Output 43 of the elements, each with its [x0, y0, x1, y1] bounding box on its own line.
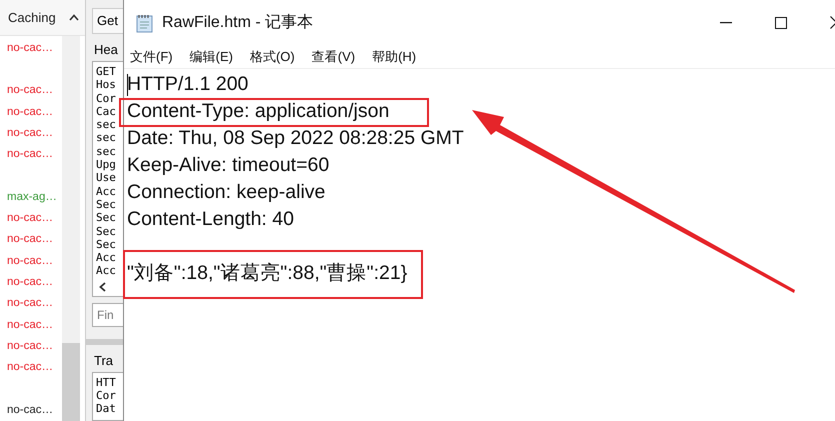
window-title: RawFile.htm - 记事本	[162, 12, 314, 33]
caching-cell-text: no-cac…	[6, 126, 54, 141]
caching-cell-text: no-cac…	[6, 232, 54, 248]
notepad-icon	[136, 12, 154, 32]
menu-item[interactable]: 格式(O)	[250, 48, 295, 66]
column-title: Caching	[8, 10, 56, 25]
caching-cell-text: no-cac…	[6, 338, 54, 354]
caching-cell-text: no-cac…	[6, 254, 54, 269]
minimize-icon[interactable]	[720, 22, 732, 24]
text-line: Connection: keep-alive	[127, 181, 326, 203]
caching-cell-text: no-cac…	[6, 402, 54, 418]
caching-cell-text: no-cac…	[6, 147, 54, 162]
maximize-icon[interactable]	[775, 16, 787, 28]
text-line: Content-Length: 40	[127, 208, 294, 230]
caching-cell-text: no-cac…	[6, 211, 54, 226]
find-field[interactable]: Fin	[92, 302, 123, 327]
caching-cell-text: no-cac…	[6, 360, 54, 376]
sort-icon	[69, 14, 79, 21]
section-label: Tra	[94, 352, 114, 368]
caching-cell-text: no-cac…	[6, 274, 54, 290]
headers-text-box: GET Hos Cor Cac sec sec sec Upg Use Acc Sec Sec Sec Sec Acc Acc	[92, 61, 123, 297]
caching-cell-text: no-cac…	[6, 83, 54, 98]
menu-item[interactable]: 查看(V)	[312, 48, 356, 66]
text-line: Content-Type: application/json	[127, 100, 390, 122]
menu-item[interactable]: 文件(F)	[130, 48, 173, 66]
text-area[interactable]: HTTP/1.1 200 Content-Type: application/json Date: Thu, 08 Sep 2022 08:28:25 GMT Keep-Alive: timeout=60 Connection: keep-alive Content-Length: 40 "刘备":18,"诸葛亮":88,"曹操":21}	[124, 69, 835, 421]
column-header[interactable]: Caching	[0, 0, 85, 36]
text-line: "刘备":18,"诸葛亮":88,"曹操":21}	[127, 262, 408, 284]
scrollbar[interactable]	[62, 36, 80, 421]
text-line: Date: Thu, 08 Sep 2022 08:28:25 GMT	[127, 127, 464, 149]
scroll-left-icon[interactable]	[99, 282, 106, 292]
text-line: HTTP/1.1 200	[127, 73, 248, 95]
menu-item[interactable]: 帮助(H)	[372, 48, 416, 66]
caching-cell-text: no-cac…	[6, 318, 54, 333]
text-line: Keep-Alive: timeout=60	[127, 154, 330, 176]
section-label: Hea	[94, 42, 119, 57]
caching-cell-text: no-cac…	[6, 296, 54, 312]
caching-cell-text: no-cac…	[6, 104, 54, 120]
caching-cell-text: max-ag…	[6, 190, 58, 205]
menu-item[interactable]: 编辑(E)	[190, 48, 233, 66]
caching-cell-text: no-cac…	[6, 40, 54, 56]
inspector-tab[interactable]: Get	[92, 8, 123, 34]
response-text-box: HTT Cor Dat	[92, 372, 123, 421]
